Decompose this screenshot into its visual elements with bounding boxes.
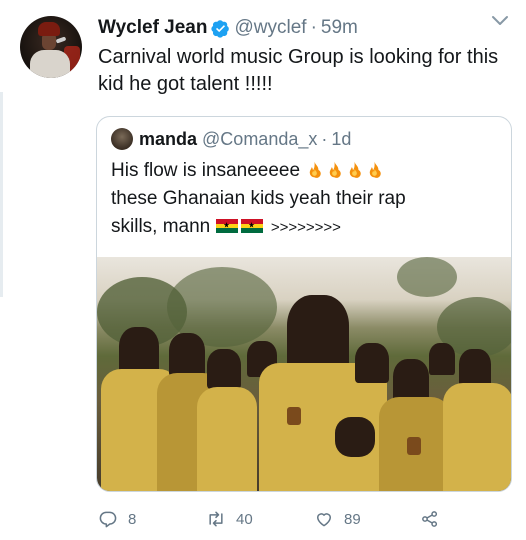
student-hand bbox=[335, 417, 375, 457]
quoted-author-handle[interactable]: @Comanda_x bbox=[202, 129, 317, 150]
background-tree bbox=[397, 257, 457, 297]
author-handle[interactable]: @wyclef bbox=[234, 17, 306, 39]
student-head bbox=[207, 349, 241, 389]
quoted-tweet-card[interactable]: manda @Comanda_x · 1d His flow is insane… bbox=[96, 116, 512, 492]
student-head bbox=[459, 349, 491, 387]
reply-button[interactable]: 8 bbox=[98, 504, 136, 534]
quoted-text-line-1: His flow is insaneeeee bbox=[111, 157, 501, 185]
fire-emoji-icon bbox=[345, 160, 365, 181]
student-head bbox=[119, 327, 159, 375]
quoted-text-line-3: skills, mann >>>>>>>> bbox=[111, 213, 501, 242]
reply-count: 8 bbox=[128, 510, 137, 528]
school-badge bbox=[407, 437, 421, 455]
quoted-tweet-text: His flow is insaneeeee these Ghanaian ki… bbox=[111, 157, 501, 242]
reply-icon bbox=[99, 511, 117, 528]
student-head bbox=[429, 343, 455, 375]
ghana-flag-icon bbox=[215, 219, 238, 233]
like-button[interactable]: 89 bbox=[314, 504, 361, 534]
school-badge bbox=[287, 407, 301, 425]
author-avatar[interactable] bbox=[20, 16, 82, 78]
quoted-author-name[interactable]: manda bbox=[139, 129, 197, 150]
tweet-timestamp[interactable]: 59m bbox=[321, 17, 358, 39]
quoted-tweet-timestamp[interactable]: 1d bbox=[331, 129, 351, 150]
like-count: 89 bbox=[344, 510, 361, 528]
quoted-tweet-video-thumbnail[interactable] bbox=[97, 257, 511, 491]
student-head bbox=[355, 343, 389, 383]
tweet-text: Carnival world music Group is looking fo… bbox=[98, 46, 499, 95]
tweet-header: Wyclef Jean @wyclef · 59m bbox=[98, 16, 358, 40]
student-shirt bbox=[443, 383, 511, 491]
author-name[interactable]: Wyclef Jean bbox=[98, 17, 207, 39]
ghana-flag-icon bbox=[240, 219, 263, 233]
heart-icon bbox=[317, 513, 331, 527]
share-button[interactable] bbox=[420, 504, 450, 534]
share-icon bbox=[422, 511, 438, 527]
quoted-author-avatar[interactable] bbox=[111, 128, 133, 150]
fire-emoji-icon bbox=[305, 160, 325, 181]
fire-emoji-group bbox=[305, 160, 385, 181]
quoted-text-line-2: these Ghanaian kids yeah their rap bbox=[111, 188, 406, 209]
quoted-tweet-header: manda @Comanda_x · 1d bbox=[111, 127, 351, 151]
student-shirt bbox=[197, 387, 257, 491]
quoted-text-line-3-label: skills, mann bbox=[111, 216, 211, 237]
fire-emoji-icon bbox=[325, 160, 345, 181]
left-edge-divider bbox=[0, 92, 3, 297]
arrows-text: >>>>>>>> bbox=[270, 219, 341, 236]
retweet-icon bbox=[209, 511, 223, 527]
retweet-button[interactable]: 40 bbox=[206, 504, 253, 534]
fire-emoji-icon bbox=[365, 160, 385, 181]
verified-badge-icon bbox=[211, 19, 230, 38]
tweet-action-bar: 8 40 89 bbox=[98, 504, 518, 534]
student-head bbox=[169, 333, 205, 377]
avatar-shirt bbox=[30, 50, 70, 78]
separator-dot: · bbox=[310, 17, 317, 38]
student-head bbox=[287, 295, 349, 371]
retweet-count: 40 bbox=[236, 510, 253, 528]
quoted-separator-dot: · bbox=[321, 128, 328, 149]
avatar-hat bbox=[38, 22, 60, 36]
avatar-microphone bbox=[55, 36, 67, 44]
quoted-text-line-1-label: His flow is insaneeeee bbox=[111, 160, 301, 181]
chevron-down-icon[interactable] bbox=[490, 14, 510, 28]
